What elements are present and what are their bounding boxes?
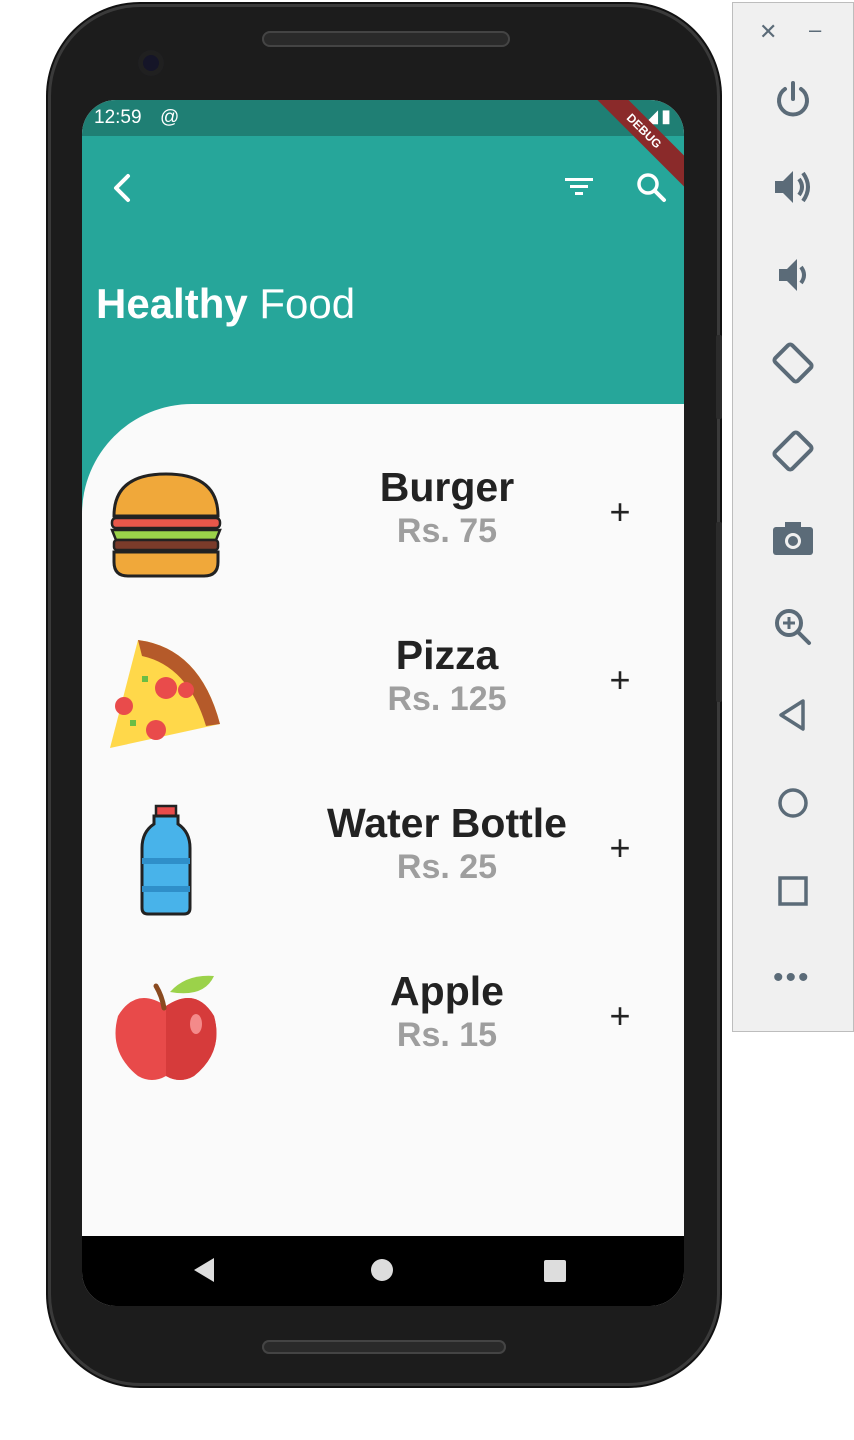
volume-down-button[interactable] [771,253,815,297]
filter-button[interactable] [562,170,596,204]
overview-button-emulator[interactable] [771,869,815,913]
item-name: Burger [379,464,515,510]
top-speaker [262,31,510,47]
bottom-speaker [262,1340,506,1354]
add-button[interactable]: + [602,996,638,1036]
item-name: Apple [390,968,504,1014]
rotate-left-button[interactable] [771,341,815,385]
add-button[interactable]: + [602,828,638,868]
list-item[interactable]: Water Bottle Rs. 25 + [82,792,684,942]
volume-up-button[interactable] [771,165,815,209]
list-item[interactable]: Pizza Rs. 125 + [82,624,684,774]
status-time: 12:59 [94,107,142,128]
add-button[interactable]: + [602,660,638,700]
app-screen: 12:59 @ ▾◢▮ Healthy Food DEBUG Burger Rs… [82,100,684,1306]
app-bar: Healthy Food [82,136,684,404]
add-button[interactable]: + [602,492,638,532]
power-button[interactable] [771,77,815,121]
system-nav-bar [82,1236,684,1306]
more-options-button[interactable]: ••• [773,961,811,995]
nav-back-icon[interactable] [194,1258,214,1282]
nav-recents-icon[interactable] [544,1260,566,1282]
filter-icon [565,178,593,195]
sync-icon: @ [160,107,180,128]
apple-icon [115,975,217,1080]
volume-side-button [716,335,722,419]
item-name: Water Bottle [327,800,567,846]
item-price: Rs. 15 [396,1016,498,1054]
rotate-left-icon [772,342,814,384]
screenshot-button[interactable] [771,517,815,561]
home-button-emulator[interactable] [771,781,815,825]
volume-up-icon [775,171,810,203]
nav-home-icon[interactable] [371,1259,393,1281]
list-item[interactable]: Apple Rs. 15 + [82,960,684,1110]
list-item[interactable]: Burger Rs. 75 + [82,456,684,606]
chevron-left-icon [114,174,130,202]
item-price: Rs. 125 [387,680,507,718]
rotate-right-icon [772,430,814,472]
zoom-button[interactable] [771,605,815,649]
volume-down-icon [779,259,806,291]
power-side-button [716,522,722,702]
content-area: Burger Rs. 75 + Pizza Rs. 125 + Water Bo… [82,404,684,1236]
search-button[interactable] [634,170,668,204]
emulator-toolbar: ✕ – ••• [732,2,854,1032]
page-title: Healthy Food [96,280,355,328]
water-bottle-icon [140,804,192,916]
title-regular: Food [259,280,356,327]
item-price: Rs. 25 [396,848,498,886]
item-name: Pizza [395,632,499,678]
pizza-icon [110,640,220,748]
emulator-minimize-button[interactable]: – [809,17,821,43]
camera-icon [773,522,813,555]
back-button-emulator[interactable] [771,693,815,737]
back-button[interactable] [104,170,140,206]
power-icon [777,81,809,117]
circle-home-icon [778,788,808,818]
front-camera [138,50,164,76]
rotate-right-button[interactable] [771,429,815,473]
search-icon [637,173,666,202]
triangle-back-icon [779,699,805,731]
emulator-close-button[interactable]: ✕ [759,19,777,45]
square-overview-icon [778,876,808,906]
item-price: Rs. 75 [396,512,498,550]
title-bold: Healthy [96,280,248,327]
burger-icon [110,472,222,578]
zoom-icon [775,609,811,645]
status-bar: 12:59 @ ▾◢▮ [82,100,684,136]
